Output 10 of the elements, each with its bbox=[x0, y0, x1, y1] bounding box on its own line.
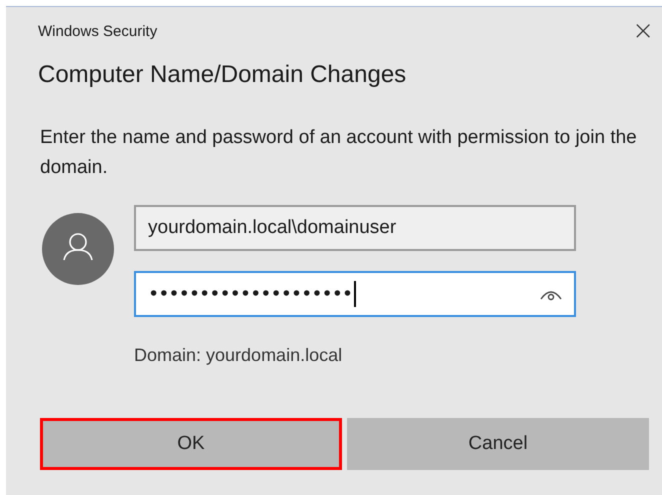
close-button[interactable]: × bbox=[624, 16, 662, 46]
username-field[interactable]: yourdomain.local\domainuser bbox=[134, 205, 576, 251]
ok-button[interactable]: OK bbox=[40, 418, 342, 470]
dialog-heading: Computer Name/Domain Changes bbox=[38, 61, 408, 89]
window-title: Windows Security bbox=[38, 22, 158, 40]
cancel-button[interactable]: Cancel bbox=[347, 418, 649, 470]
domain-label: Domain: yourdomain.local bbox=[134, 345, 344, 366]
instruction-text: Enter the name and password of an account with permission to join the domain. bbox=[40, 126, 638, 180]
user-avatar-icon bbox=[42, 213, 114, 285]
password-field[interactable]: •••••••••••••••••••• bbox=[134, 271, 576, 317]
